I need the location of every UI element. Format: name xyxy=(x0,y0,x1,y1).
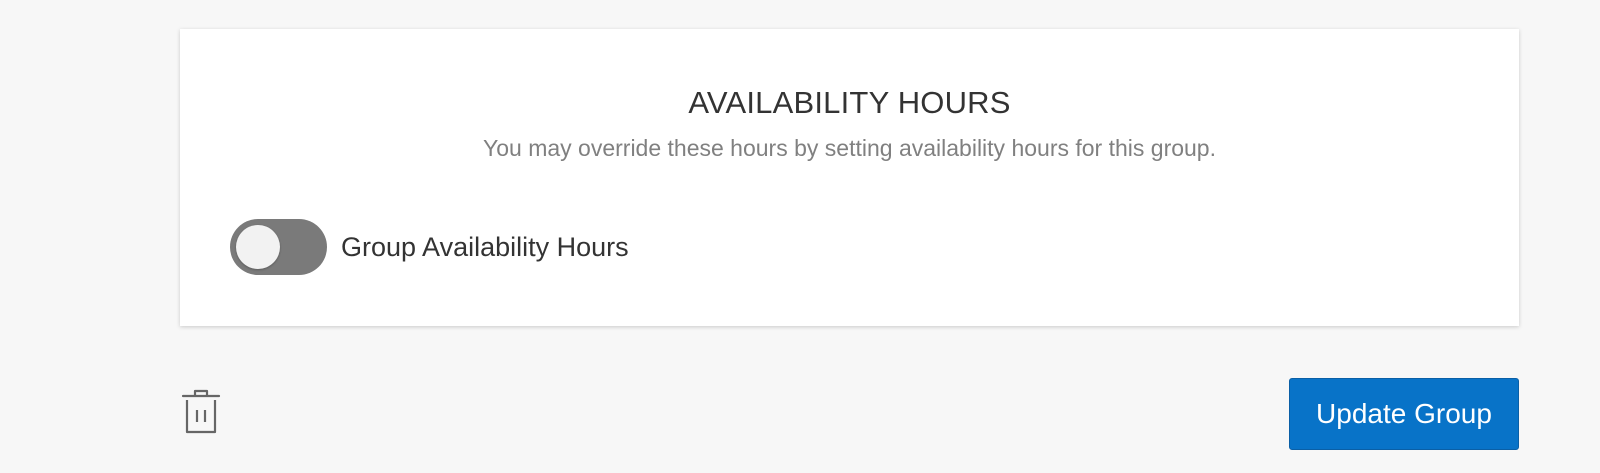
toggle-knob xyxy=(236,225,280,269)
group-availability-toggle-row[interactable]: Group Availability Hours xyxy=(230,219,629,275)
group-availability-toggle[interactable] xyxy=(230,219,327,275)
availability-hours-title: AVAILABILITY HOURS xyxy=(688,85,1011,120)
availability-hours-subtitle: You may override these hours by setting … xyxy=(483,135,1216,161)
delete-group-button[interactable] xyxy=(180,388,222,436)
trash-icon xyxy=(181,389,221,434)
update-group-button[interactable]: Update Group xyxy=(1289,378,1519,450)
group-availability-toggle-label: Group Availability Hours xyxy=(341,231,629,262)
availability-hours-card: AVAILABILITY HOURS You may override thes… xyxy=(180,29,1519,326)
